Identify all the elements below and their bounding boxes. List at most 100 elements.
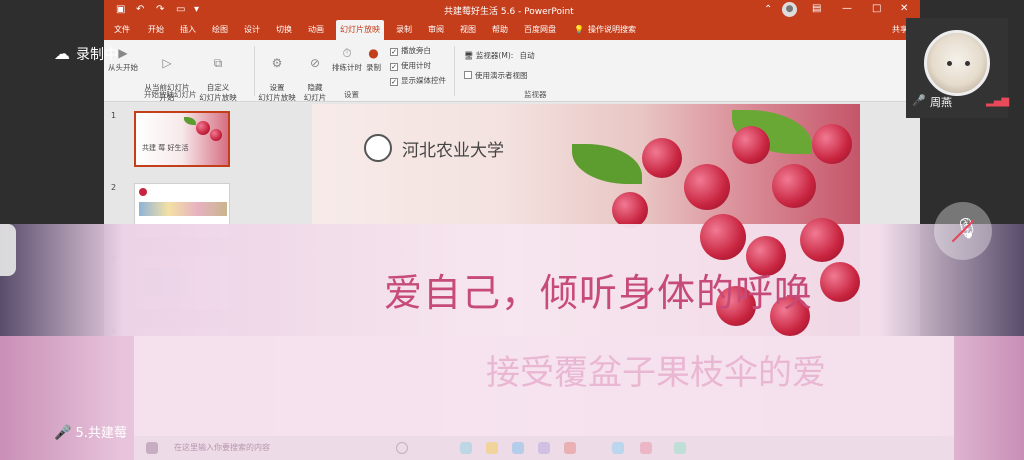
- minimize-button[interactable]: —: [842, 3, 852, 14]
- show-media-controls-checkbox[interactable]: ✓ 显示媒体控件: [390, 75, 446, 86]
- tab-help[interactable]: 帮助: [488, 20, 512, 40]
- slide-number: 2: [111, 183, 117, 192]
- custom-show-button[interactable]: ⧉ 自定义 幻灯片放映: [196, 46, 240, 103]
- play-current-icon: ▷: [162, 56, 172, 70]
- save-icon[interactable]: ▣: [116, 4, 125, 15]
- hide-slide-icon: ⊘: [309, 56, 321, 70]
- stopwatch-icon: ⏱: [342, 46, 352, 60]
- presenter-view-checkbox[interactable]: 使用演示者视图: [464, 70, 528, 81]
- berry-image: [196, 121, 210, 135]
- berry-image: [642, 138, 682, 178]
- tab-slideshow[interactable]: 幻灯片放映: [336, 20, 384, 40]
- leaf-image: [572, 144, 642, 184]
- leaf-image: [184, 117, 196, 125]
- ribbon-display-icon[interactable]: ▤: [812, 3, 821, 14]
- checkbox-checked: ✓: [390, 63, 398, 71]
- ribbon-slideshow: ▶ 从头开始 ▷ 从当前幻灯片 开始 ⧉ 自定义 幻灯片放映 开始放映幻灯片 ⚙…: [104, 40, 920, 102]
- folder-icon[interactable]: [486, 442, 498, 454]
- thumbnail-image: [139, 202, 227, 216]
- group-start-slideshow: 开始放映幻灯片: [144, 90, 197, 99]
- microphone-icon: 🎤: [54, 425, 72, 441]
- undo-icon[interactable]: ↶: [136, 4, 144, 15]
- slide-badge-icon: [139, 188, 147, 196]
- taskbar-app-icon[interactable]: [460, 442, 472, 454]
- berry-image: [210, 129, 222, 141]
- berry-image: [800, 218, 844, 262]
- group-setup: 设置: [344, 90, 359, 99]
- taskbar-app-icon[interactable]: [538, 442, 550, 454]
- document-title: 共建莓好生活 5.6 - PowerPoint: [444, 7, 574, 17]
- taskbar-app-icon[interactable]: [640, 442, 652, 454]
- record-icon: ●: [368, 46, 379, 60]
- close-button[interactable]: ✕: [900, 3, 908, 14]
- recording-indicator[interactable]: ☁ 录制中: [54, 44, 118, 64]
- tab-transitions[interactable]: 切换: [272, 20, 296, 40]
- participant-avatar: [924, 30, 990, 96]
- play-narration-checkbox[interactable]: ✓ 播放旁白: [390, 45, 431, 56]
- setup-icon: ⚙: [271, 56, 283, 70]
- tab-draw[interactable]: 绘图: [208, 20, 232, 40]
- berry-image: [684, 164, 730, 210]
- microphone-icon: 🎤: [912, 94, 926, 107]
- taskbar-app-icon[interactable]: [674, 442, 686, 454]
- ribbon-collapse-icon[interactable]: ⌃: [764, 4, 772, 15]
- tab-file[interactable]: 文件: [110, 20, 134, 40]
- windows-start-icon[interactable]: [146, 442, 158, 454]
- tab-record[interactable]: 录制: [392, 20, 416, 40]
- windows-taskbar: 在这里输入你要搜索的内容: [134, 436, 954, 460]
- berry-image: [612, 192, 648, 228]
- record-button[interactable]: ● 录制: [366, 46, 381, 73]
- berry-image: [732, 126, 770, 164]
- slide-subheadline: 接受覆盆子果枝伞的爱: [486, 353, 826, 393]
- hide-slide-button[interactable]: ⊘ 隐藏 幻灯片: [300, 46, 330, 103]
- berry-image: [812, 124, 852, 164]
- monitor-icon: 🖥: [464, 51, 474, 60]
- participant-video-tile[interactable]: 🎤 周燕 ▂▄▆: [906, 18, 1010, 118]
- redo-icon[interactable]: ↷: [156, 4, 164, 15]
- tab-home[interactable]: 开始: [144, 20, 168, 40]
- checkbox-checked: ✓: [390, 78, 398, 86]
- use-timings-checkbox[interactable]: ✓ 使用计时: [390, 60, 431, 71]
- taskbar-app-icon[interactable]: [564, 442, 576, 454]
- ribbon-tabs: 文件 开始 插入 绘图 设计 切换 动画 幻灯片放映 录制 审阅 视图 帮助 百…: [104, 20, 920, 40]
- taskbar-app-icon[interactable]: [612, 442, 624, 454]
- speaker-tag: 🎤 5.共建莓: [54, 425, 127, 441]
- customize-toolbar-icon[interactable]: ▾: [194, 4, 199, 15]
- tab-view[interactable]: 视图: [456, 20, 480, 40]
- screen: ▣ ↶ ↷ ▭ ▾ 共建莓好生活 5.6 - PowerPoint ⌃ ● ▤ …: [0, 0, 1024, 460]
- title-bar: ▣ ↶ ↷ ▭ ▾ 共建莓好生活 5.6 - PowerPoint ⌃ ● ▤ …: [104, 0, 920, 20]
- university-logo-text: 河北农业大学: [402, 141, 504, 161]
- slide-thumbnail-1[interactable]: 共建 莓 好生活: [134, 111, 230, 167]
- slide-number: 1: [111, 111, 117, 120]
- ribbon-separator: [454, 46, 455, 96]
- side-panel-handle[interactable]: [0, 224, 16, 276]
- taskbar-search[interactable]: 在这里输入你要搜索的内容: [174, 442, 270, 453]
- tab-animations[interactable]: 动画: [304, 20, 328, 40]
- checkbox-checked: ✓: [390, 48, 398, 56]
- cortana-icon[interactable]: [396, 442, 408, 454]
- mute-microphone-button[interactable]: 🎙: [934, 202, 992, 260]
- tab-baidu-netdisk[interactable]: 百度网盘: [520, 20, 560, 40]
- berry-image: [700, 214, 746, 260]
- present-icon[interactable]: ▭: [176, 4, 185, 15]
- tell-me-search[interactable]: 操作说明搜索: [584, 20, 640, 40]
- rehearse-timings-button[interactable]: ⏱ 排练计时: [332, 46, 362, 73]
- user-avatar[interactable]: ●: [782, 2, 797, 17]
- cloud-icon: ☁: [54, 44, 70, 63]
- berry-image: [820, 262, 860, 302]
- participant-name: 周燕: [930, 96, 952, 109]
- tab-review[interactable]: 审阅: [424, 20, 448, 40]
- group-monitors: 监视器: [524, 90, 547, 99]
- maximize-button[interactable]: □: [872, 3, 881, 14]
- tab-design[interactable]: 设计: [240, 20, 264, 40]
- play-icon: ▶: [118, 46, 128, 60]
- signal-bars-icon: ▂▄▆: [986, 96, 1010, 107]
- taskbar-app-icon[interactable]: [512, 442, 524, 454]
- university-logo-icon: [364, 134, 392, 162]
- custom-show-icon: ⧉: [213, 56, 223, 70]
- slide-headline: 爱自己，倾听身体的呼唤: [384, 271, 814, 315]
- berry-image: [772, 164, 816, 208]
- monitor-selector[interactable]: 🖥 监视器(M): 自动: [464, 50, 535, 61]
- setup-show-button[interactable]: ⚙ 设置 幻灯片放映: [254, 46, 300, 103]
- tab-insert[interactable]: 插入: [176, 20, 200, 40]
